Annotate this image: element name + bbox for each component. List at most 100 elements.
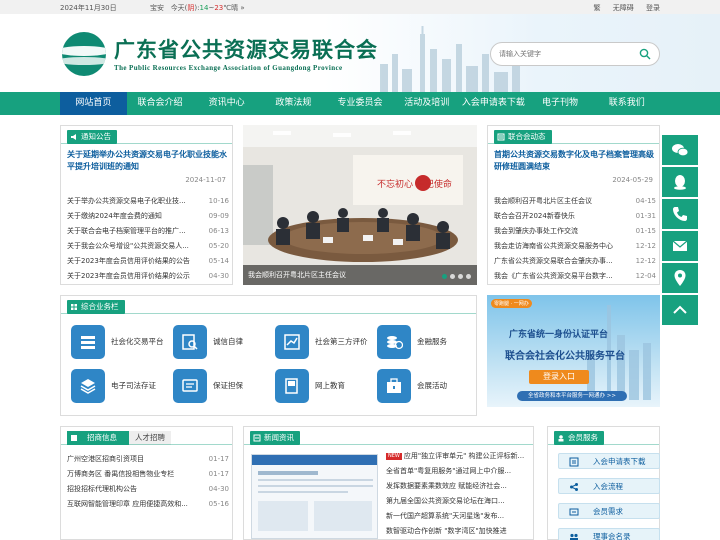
notice-title[interactable]: 通知公告 xyxy=(67,130,117,144)
list-item[interactable]: 关于2023年度会员信用评价结果的公示 04-30 xyxy=(67,269,229,284)
tab-talent[interactable]: 人才招聘 xyxy=(129,431,171,445)
list-item-date: 09-09 xyxy=(208,212,229,220)
dynamics-title[interactable]: 联合会动态 xyxy=(494,130,552,144)
list-item[interactable]: 关于举办公共资源交易电子化职业技... 10-16 xyxy=(67,194,229,209)
carousel-dot[interactable] xyxy=(450,274,455,279)
nav-contact[interactable]: 联系我们 xyxy=(593,92,660,115)
business-item-label: 社会化交易平台 xyxy=(111,337,164,346)
location-icon xyxy=(674,270,686,286)
login-entry-button[interactable]: 登录入口 xyxy=(529,370,589,384)
list-item[interactable]: 招投招标代理机构公告 04-30 xyxy=(67,482,229,497)
list-item[interactable]: 广东省公共资源交易联合会肇庆办事... 12-12 xyxy=(494,254,656,269)
business-item-evidence[interactable]: 电子司法存证 xyxy=(61,369,156,403)
traditional-chinese-link[interactable]: 繁 xyxy=(594,4,601,12)
notice-headline-date: 2024-11-07 xyxy=(185,176,226,184)
list-item[interactable]: 发挥数据要素乘数效应 赋能经济社会... xyxy=(386,479,530,494)
list-item[interactable]: 关于缴纳2024年度会费的通知 09-09 xyxy=(67,209,229,224)
member-divider xyxy=(548,444,659,445)
list-item[interactable]: 数智驱动合作创新 "数字湾区"加快推进 xyxy=(386,524,530,539)
news-title[interactable]: 新闻资讯 xyxy=(250,431,300,445)
list-item[interactable]: NEW 应用"独立评审单元" 构建公正评标新... xyxy=(386,449,530,464)
tab-investment-label: 招商信息 xyxy=(87,433,117,442)
business-item-credit[interactable]: 诚信自律 xyxy=(163,325,258,359)
logo-icon[interactable] xyxy=(62,32,106,76)
dynamics-headline-date: 2024-05-29 xyxy=(612,176,653,184)
list-item-date: 05-14 xyxy=(208,257,229,265)
accessibility-link[interactable]: 无障碍 xyxy=(613,4,634,12)
dynamics-headline[interactable]: 首期公共资源交易数字化及电子档案管理高级研修班圆满结束 xyxy=(494,149,656,173)
nav-application-download[interactable]: 入会申请表下载 xyxy=(460,92,527,115)
member-demand-button[interactable]: 会员需求 xyxy=(558,503,660,519)
carousel-dot[interactable] xyxy=(442,274,447,279)
list-item[interactable]: 我会到肇庆办事处工作交流 01-15 xyxy=(494,224,656,239)
list-item[interactable]: 互联网智能管理印章 应用便捷高效和... 05-16 xyxy=(67,497,229,512)
demand-icon xyxy=(569,508,579,516)
wechat-button[interactable] xyxy=(662,135,698,165)
carousel-dot[interactable] xyxy=(466,274,471,279)
building-icon xyxy=(71,435,77,441)
member-directory-button[interactable]: 理事会名录 xyxy=(558,528,660,540)
list-item[interactable]: 联合会召开2024新春快乐 01-31 xyxy=(494,209,656,224)
location-button[interactable] xyxy=(662,263,698,293)
news-icon xyxy=(497,133,505,141)
main-nav: 网站首页 联合会介绍 资讯中心 政策法规 专业委员会 活动及培训 入会申请表下载… xyxy=(0,92,720,115)
list-item[interactable]: 我会顺利召开粤北片区主任会议 04-15 xyxy=(494,194,656,209)
nav-policy[interactable]: 政策法规 xyxy=(260,92,327,115)
nav-committee[interactable]: 专业委员会 xyxy=(327,92,394,115)
qq-icon xyxy=(674,175,686,190)
site-title[interactable]: 广东省公共资源交易联合会 xyxy=(114,34,378,64)
list-item[interactable]: 我会走访海南省公共资源交易服务中心 12-12 xyxy=(494,239,656,254)
list-item-title: 万博商务区 番禺信投相售物业专栏 xyxy=(67,470,175,478)
member-title-label: 会员服务 xyxy=(568,433,598,442)
notice-headline[interactable]: 关于延期举办公共资源交易电子化职业技能水平提升培训班的通知 xyxy=(67,149,229,173)
list-item-title: 关于2023年度会员信用评价结果的公示 xyxy=(67,272,190,280)
photo-carousel[interactable]: 不忘初心 牢记使命 我会顺利召开粤北片区主任会议 xyxy=(243,125,477,285)
business-item-exhibition[interactable]: 会展活动 xyxy=(367,369,462,403)
list-item[interactable]: 广州空港区招商引资项目 01-17 xyxy=(67,452,229,467)
credit-search-icon xyxy=(173,325,207,359)
qq-button[interactable] xyxy=(662,167,698,197)
nav-home[interactable]: 网站首页 xyxy=(60,92,127,115)
back-to-top-button[interactable] xyxy=(662,295,698,325)
list-item[interactable]: 关于2023年度会员信用评价结果的公告 05-14 xyxy=(67,254,229,269)
list-item[interactable]: 关于联合会电子档案管理平台的推广... 06-13 xyxy=(67,224,229,239)
phone-button[interactable] xyxy=(662,199,698,229)
list-item[interactable]: 关于我会公众号增设"公共资源交易人... 05-20 xyxy=(67,239,229,254)
search-input[interactable] xyxy=(499,47,629,61)
nav-e-journal[interactable]: 电子刊物 xyxy=(527,92,594,115)
news-thumbnail[interactable] xyxy=(251,454,378,539)
directory-icon xyxy=(570,533,578,540)
list-item[interactable]: 万博商务区 番禺信投相售物业专栏 01-17 xyxy=(67,467,229,482)
member-flow-button[interactable]: 入会流程 xyxy=(558,478,660,494)
business-item-guarantee[interactable]: 保证担保 xyxy=(163,369,258,403)
login-link[interactable]: 登录 xyxy=(646,4,660,12)
tab-investment[interactable]: 招商信息 xyxy=(67,431,129,445)
list-item[interactable]: 第九届全国公共资源交易论坛在海口... xyxy=(386,494,530,509)
mail-button[interactable] xyxy=(662,231,698,261)
nav-news-center[interactable]: 资讯中心 xyxy=(193,92,260,115)
news-title-label: 新闻资讯 xyxy=(264,433,294,442)
business-item-evaluation[interactable]: 社会第三方评价 xyxy=(265,325,368,359)
list-item[interactable]: 新一代国产超算系统"天河星逸"发布... xyxy=(386,509,530,524)
business-item-finance[interactable]: 金融服务 xyxy=(367,325,462,359)
list-item-date: 10-16 xyxy=(208,197,229,205)
member-title: 会员服务 xyxy=(554,431,604,445)
nav-activities[interactable]: 活动及培训 xyxy=(393,92,460,115)
list-item-date: 04-30 xyxy=(208,272,229,280)
list-item[interactable]: 我会《广东省公共资源交易平台数字... 12-04 xyxy=(494,269,656,284)
nav-about[interactable]: 联合会介绍 xyxy=(127,92,194,115)
current-date: 2024年11月30日 xyxy=(60,4,117,12)
member-download-button[interactable]: 入会申请表下载 xyxy=(558,453,660,469)
list-item[interactable]: 全省首单"粤复用服务"通过网上中介服... xyxy=(386,464,530,479)
business-item-platform[interactable]: 社会化交易平台 xyxy=(61,325,164,359)
banner-tag: 零跑腿 · 一网办 xyxy=(491,299,532,308)
business-item-education[interactable]: 网上教育 xyxy=(265,369,360,403)
list-item-title: 联合会召开2024新春快乐 xyxy=(494,212,575,220)
carousel-dot[interactable] xyxy=(458,274,463,279)
finance-icon xyxy=(377,325,411,359)
search-icon[interactable] xyxy=(639,48,651,60)
business-item-label: 金融服务 xyxy=(417,337,447,346)
identity-auth-banner[interactable]: 零跑腿 · 一网办 广东省统一身份认证平台 联合会社会化公共服务平台 登录入口 … xyxy=(487,295,660,407)
temperature-high: 23 xyxy=(214,4,224,12)
banner-footer-link[interactable]: 全省政务和本平台服务一网通办 >> xyxy=(517,391,627,401)
